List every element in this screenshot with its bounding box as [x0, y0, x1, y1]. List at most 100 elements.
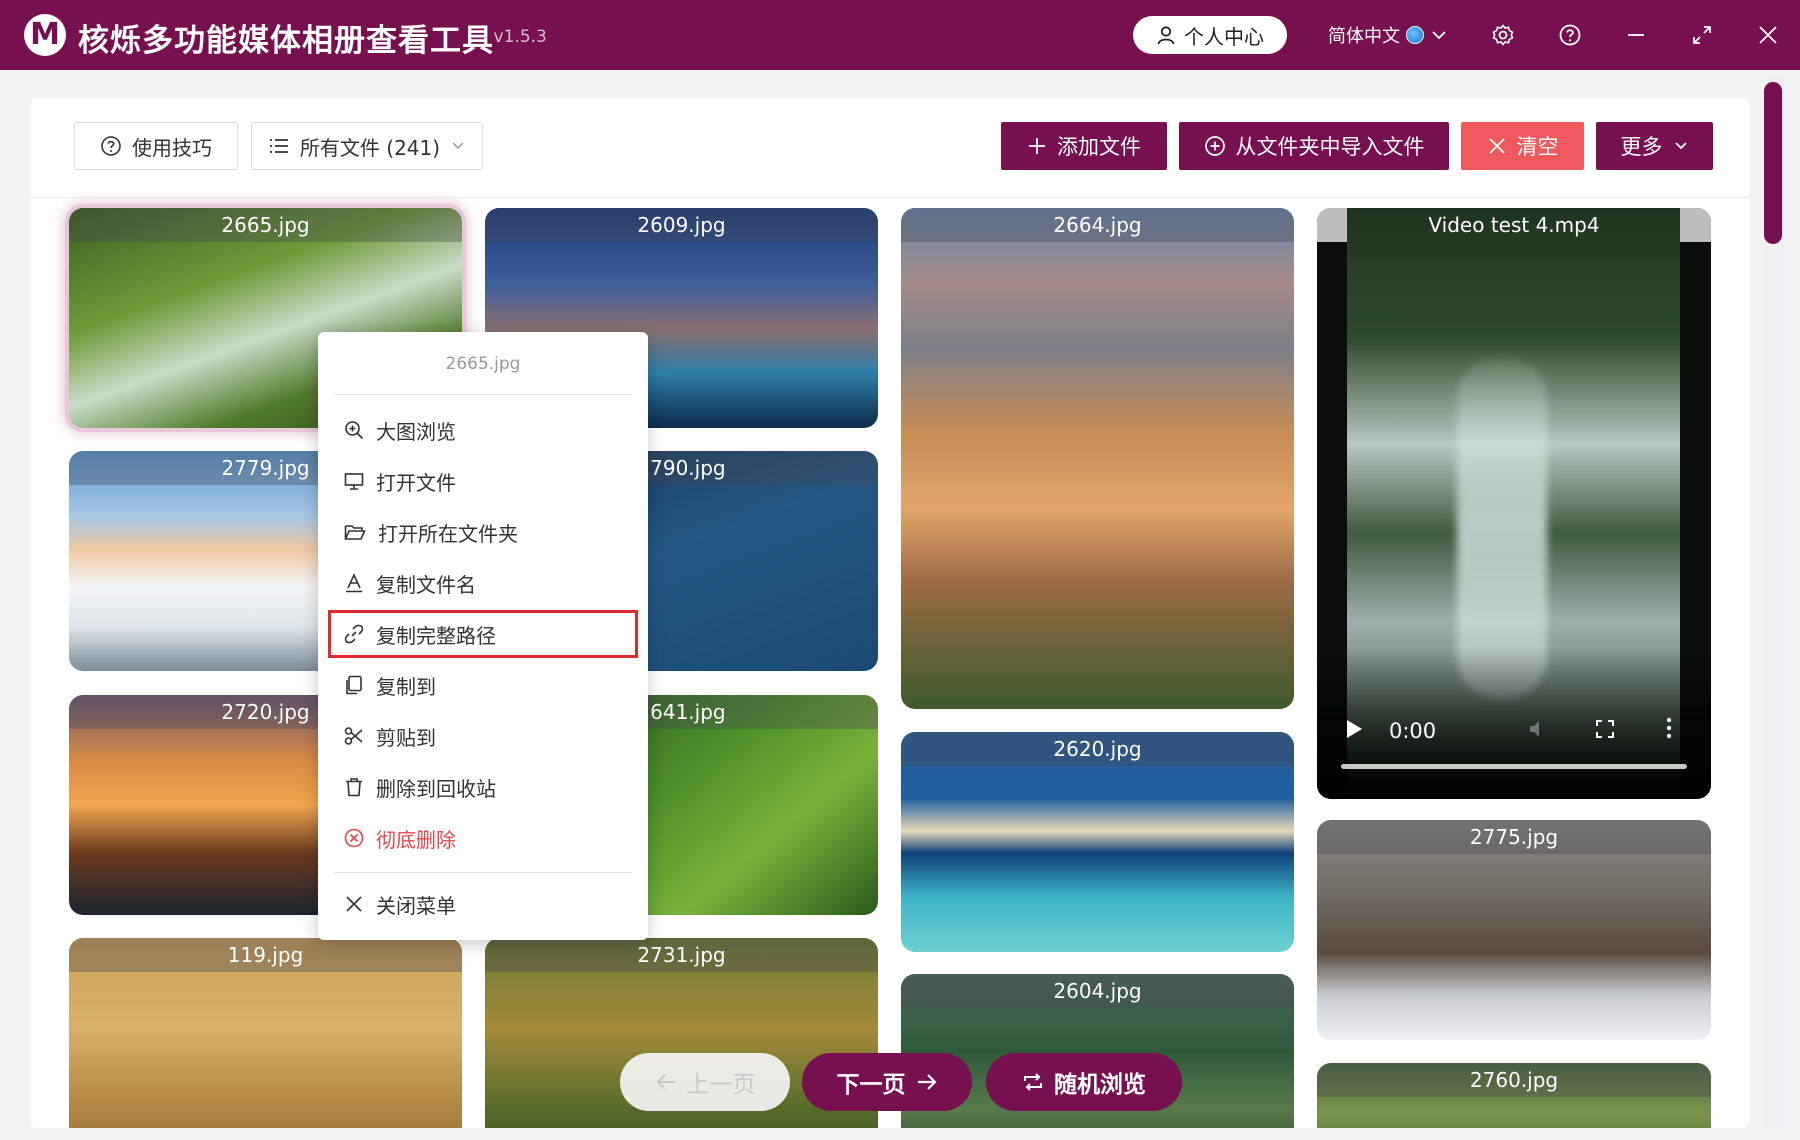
all-files-dropdown[interactable]: 所有文件 (241) [251, 122, 483, 170]
prev-page-label: 上一页 [686, 1072, 756, 1098]
import-folder-button[interactable]: 从文件夹中导入文件 [1179, 122, 1449, 170]
tile-filename: 2604.jpg [901, 974, 1294, 1008]
more-button[interactable]: 更多 [1596, 122, 1713, 170]
user-center-label: 个人中心 [1184, 24, 1264, 49]
tile-filename: 2664.jpg [901, 208, 1294, 242]
video-waterfall [1457, 358, 1547, 698]
user-icon [1157, 26, 1175, 45]
menu-item-copy-full-path[interactable]: 复制完整路径 [328, 610, 638, 658]
media-tile[interactable]: 2664.jpg [901, 208, 1294, 709]
text-icon [346, 573, 362, 593]
menu-item-label: 剪贴到 [376, 725, 436, 750]
menu-item-open-folder[interactable]: 打开所在文件夹 [332, 512, 634, 552]
tile-filename: 2620.jpg [901, 732, 1294, 766]
chevron-down-icon [452, 142, 464, 150]
app-version: - v1.5.3 [482, 27, 547, 47]
add-files-label: 添加文件 [1057, 135, 1141, 159]
close-button[interactable] [1753, 20, 1783, 50]
repeat-icon [1024, 1073, 1042, 1091]
menu-item-large-view[interactable]: 大图浏览 [332, 410, 634, 450]
menu-item-copy-to[interactable]: 复制到 [332, 665, 634, 705]
menu-divider [334, 872, 632, 873]
settings-button[interactable] [1488, 20, 1518, 50]
arrow-right-icon [917, 1074, 937, 1090]
media-tile[interactable]: 119.jpg [69, 938, 462, 1128]
volume-icon[interactable] [1527, 717, 1551, 741]
menu-item-delete-to-recycle-bin[interactable]: 删除到回收站 [332, 767, 634, 807]
plus-icon [1029, 138, 1045, 154]
menu-item-label: 彻底删除 [376, 827, 456, 852]
arrow-left-icon [656, 1074, 675, 1090]
zoom-in-icon [345, 421, 364, 440]
maximize-icon [1693, 26, 1711, 44]
tile-filename: 2775.jpg [1317, 820, 1711, 854]
menu-item-label: 删除到回收站 [376, 776, 496, 801]
menu-item-open-file[interactable]: 打开文件 [332, 461, 634, 501]
copy-icon [346, 675, 362, 695]
media-tile[interactable]: 2760.jpg [1317, 1063, 1711, 1128]
add-files-button[interactable]: 添加文件 [1001, 122, 1167, 170]
settings-icon [1492, 24, 1514, 46]
minimize-button[interactable] [1621, 20, 1651, 50]
close-icon [346, 896, 362, 912]
tile-filename: 2731.jpg [485, 938, 878, 972]
context-menu: 2665.jpg 大图浏览 打开文件 打开所在文件夹 复制文件名 复制完整路径 … [318, 332, 648, 940]
user-center-button[interactable]: 个人中心 [1133, 16, 1287, 54]
clear-button[interactable]: 清空 [1461, 122, 1584, 170]
title-bar: M 核烁多功能媒体相册查看工具 - v1.5.3 个人中心 简体中文 [0, 0, 1800, 70]
video-tile[interactable]: Video test 4.mp4 0:00 [1317, 208, 1711, 799]
menu-divider [334, 394, 632, 395]
app-logo: M [24, 14, 66, 56]
menu-item-label: 复制文件名 [376, 572, 476, 597]
globe-icon [1406, 26, 1424, 44]
media-tile[interactable]: 2775.jpg [1317, 820, 1711, 1040]
play-icon[interactable] [1345, 719, 1363, 739]
menu-item-label: 打开所在文件夹 [378, 521, 518, 546]
video-controls: 0:00 [1317, 649, 1711, 799]
trash-icon [346, 778, 362, 797]
content-panel: 使用技巧 所有文件 (241) 添加文件 从文件夹中导入文件 清空 更多 266… [30, 98, 1750, 1128]
close-icon [1488, 138, 1505, 154]
language-selector[interactable]: 简体中文 [1328, 22, 1448, 48]
next-page-button[interactable]: 下一页 [802, 1053, 972, 1111]
app-title: 核烁多功能媒体相册查看工具 [78, 23, 494, 59]
toolbar: 使用技巧 所有文件 (241) 添加文件 从文件夹中导入文件 清空 更多 [30, 98, 1750, 198]
menu-item-close-menu[interactable]: 关闭菜单 [332, 884, 634, 924]
context-menu-title: 2665.jpg [445, 354, 521, 374]
tile-filename: 2665.jpg [69, 208, 462, 242]
menu-item-label: 复制完整路径 [376, 623, 496, 648]
video-progress-bar[interactable] [1341, 764, 1687, 769]
import-folder-label: 从文件夹中导入文件 [1235, 135, 1425, 159]
tips-label: 使用技巧 [132, 135, 212, 160]
random-browse-label: 随机浏览 [1054, 1072, 1146, 1098]
language-label: 简体中文 [1328, 26, 1400, 47]
tile-filename: 119.jpg [69, 938, 462, 972]
fullscreen-icon[interactable] [1595, 719, 1615, 739]
link-icon [344, 624, 364, 644]
all-files-label: 所有文件 (241) [299, 135, 441, 160]
video-time: 0:00 [1389, 719, 1437, 743]
maximize-button[interactable] [1687, 20, 1717, 50]
menu-item-delete-permanently[interactable]: 彻底删除 [332, 818, 634, 858]
menu-item-label: 打开文件 [376, 470, 456, 495]
chevron-down-icon [1674, 142, 1687, 150]
menu-item-cut-to[interactable]: 剪贴到 [332, 716, 634, 756]
help-button[interactable] [1555, 20, 1585, 50]
menu-item-copy-filename[interactable]: 复制文件名 [332, 563, 634, 603]
clear-label: 清空 [1516, 135, 1559, 159]
random-browse-button[interactable]: 随机浏览 [986, 1053, 1182, 1111]
scrollbar-thumb[interactable] [1764, 82, 1782, 244]
chevron-down-icon [1432, 31, 1446, 40]
monitor-icon [344, 473, 364, 490]
menu-item-label: 复制到 [376, 674, 436, 699]
media-tile[interactable]: 2620.jpg [901, 732, 1294, 952]
plus-circle-icon [1204, 136, 1225, 156]
tips-button[interactable]: 使用技巧 [74, 122, 238, 170]
prev-page-button[interactable]: 上一页 [620, 1053, 790, 1111]
video-filename: Video test 4.mp4 [1428, 213, 1600, 237]
more-label: 更多 [1620, 135, 1663, 159]
next-page-label: 下一页 [836, 1072, 906, 1098]
close-circle-icon [344, 828, 364, 848]
list-icon [269, 139, 288, 153]
more-options-icon[interactable] [1665, 717, 1673, 739]
